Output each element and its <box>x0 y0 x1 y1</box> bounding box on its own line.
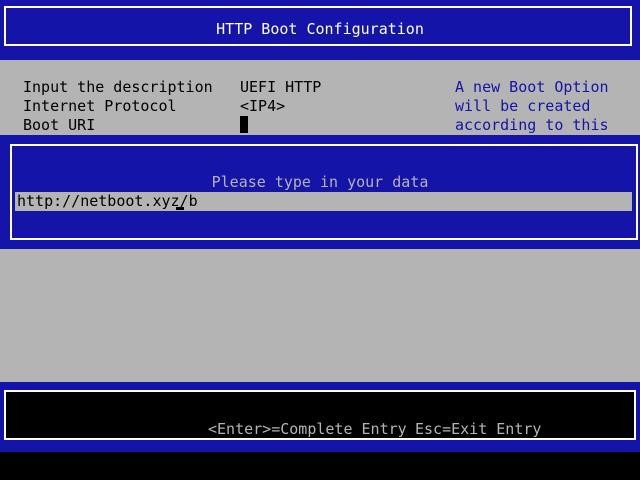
boot-uri-input-text[interactable]: http://netboot.xyz/b <box>17 192 198 211</box>
description-value[interactable]: UEFI HTTP <box>240 78 321 97</box>
internet-protocol-label: Internet Protocol <box>23 97 177 115</box>
boot-uri-cursor <box>240 116 248 133</box>
text-cursor <box>176 207 184 210</box>
page-title: HTTP Boot Configuration <box>216 20 424 38</box>
description-label: Input the description <box>23 78 213 96</box>
esc-key-hint: Esc=Exit Entry <box>415 420 542 438</box>
popup-prompt: Please type in your data <box>211 173 429 191</box>
help-line: will be created <box>455 97 591 115</box>
boot-uri-label: Boot URI <box>23 116 96 134</box>
bios-setup-screen: HTTP Boot Configuration Input the descri… <box>0 0 640 480</box>
help-line: A new Boot Option <box>455 78 609 96</box>
bottom-strip <box>0 452 640 480</box>
enter-key-hint: <Enter>=Complete Entry <box>208 420 407 438</box>
help-line: according to this <box>455 116 609 134</box>
internet-protocol-value[interactable]: <IP4> <box>240 97 285 116</box>
